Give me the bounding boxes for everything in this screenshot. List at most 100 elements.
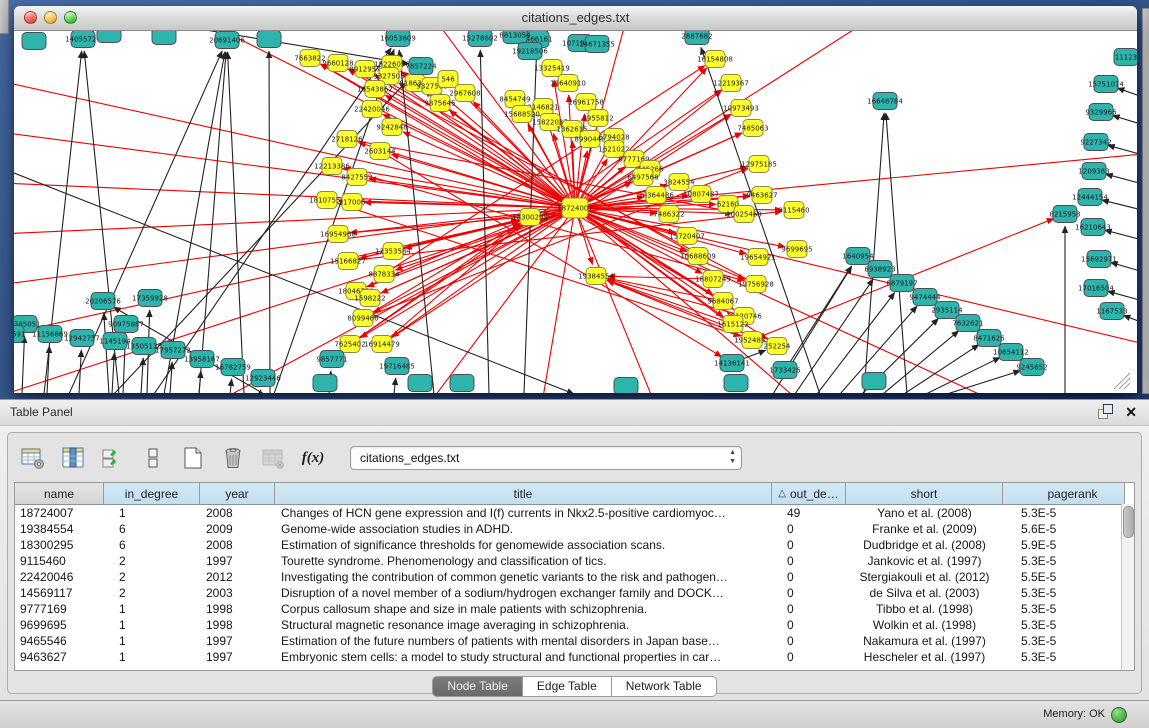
column-checks-icon[interactable] [100, 445, 126, 471]
table-cell[interactable]: 0 [772, 618, 846, 632]
table-cell[interactable]: 19384554 [15, 522, 104, 536]
table-cell[interactable]: Investigating the contribution of common… [275, 570, 772, 584]
table-cell[interactable]: Structural magnetic resonance image aver… [275, 618, 772, 632]
table-cell[interactable]: de Silva et al. (2003) [846, 586, 1003, 600]
table-cell[interactable]: 0 [772, 602, 846, 616]
column-header-year[interactable]: year [200, 483, 275, 504]
graph-node[interactable] [408, 375, 432, 392]
graph-node[interactable] [862, 373, 886, 390]
table-cell[interactable]: Franke et al. (2009) [846, 522, 1003, 536]
table-cell[interactable]: 1 [104, 634, 200, 648]
column-header-title[interactable]: title [275, 483, 772, 504]
table-cell[interactable]: 2 [104, 586, 200, 600]
table-cell[interactable]: 1997 [200, 554, 275, 568]
column-header-short[interactable]: short [846, 483, 1003, 504]
table-cell[interactable]: 18300295 [15, 538, 104, 552]
table-cell[interactable]: 0 [772, 586, 846, 600]
table-cell[interactable]: 5.6E-5 [1003, 522, 1125, 536]
table-cell[interactable]: 5.3E-5 [1003, 506, 1125, 520]
tab-node-table[interactable]: Node Table [432, 676, 523, 697]
table-cell[interactable]: 1 [104, 650, 200, 664]
graph-node[interactable] [22, 33, 46, 50]
table-cell[interactable]: Genome-wide association studies in ADHD. [275, 522, 772, 536]
table-row[interactable]: 977716911998Corpus callosum shape and si… [15, 601, 1134, 617]
trash-icon[interactable] [220, 445, 246, 471]
table-cell[interactable]: Wolkin et al. (1998) [846, 618, 1003, 632]
table-cell[interactable]: Hescheler et al. (1997) [846, 650, 1003, 664]
table-cell[interactable]: 18724007 [15, 506, 104, 520]
show-column-icon[interactable] [60, 445, 86, 471]
table-cell[interactable]: 0 [772, 538, 846, 552]
float-panel-icon[interactable] [1098, 404, 1113, 419]
table-row[interactable]: 1872400712008Changes of HCN gene express… [15, 505, 1134, 521]
table-cell[interactable]: Estimation of significance thresholds fo… [275, 538, 772, 552]
close-panel-icon[interactable]: ✕ [1125, 405, 1137, 419]
table-cell[interactable]: 5.3E-5 [1003, 586, 1125, 600]
table-cell[interactable]: Dudbridge et al. (2008) [846, 538, 1003, 552]
network-window-titlebar[interactable]: citations_edges.txt [14, 6, 1137, 31]
network-graph[interactable]: 1872400776638229660128891295715226058932… [14, 31, 1137, 393]
table-cell[interactable]: 5.3E-5 [1003, 602, 1125, 616]
table-cell[interactable]: 1998 [200, 602, 275, 616]
network-canvas[interactable]: 1872400776638229660128891295715226058932… [14, 31, 1137, 393]
graph-node[interactable] [97, 31, 121, 43]
table-row[interactable]: 1456911722003Disruption of a novel membe… [15, 585, 1134, 601]
table-cell[interactable]: Stergiakouli et al. (2012) [846, 570, 1003, 584]
table-cell[interactable]: 0 [772, 522, 846, 536]
function-builder-icon[interactable]: f(x) [300, 445, 326, 471]
table-row[interactable]: 2242004622012Investigating the contribut… [15, 569, 1134, 585]
table-cell[interactable]: 6 [104, 538, 200, 552]
table-cell[interactable]: 9465546 [15, 634, 104, 648]
graph-node[interactable] [614, 378, 638, 394]
graph-node[interactable] [257, 31, 281, 48]
tab-edge-table[interactable]: Edge Table [523, 676, 612, 697]
table-cell[interactable]: 2003 [200, 586, 275, 600]
table-row[interactable]: 1830029562008Estimation of significance … [15, 537, 1134, 553]
memory-status-led[interactable] [1111, 707, 1127, 723]
table-cell[interactable]: 9699695 [15, 618, 104, 632]
column-header-out-de-[interactable]: △out_de… [772, 483, 846, 504]
table-selector-combobox[interactable]: citations_edges.txt ▲▼ [350, 446, 742, 470]
table-cell[interactable]: 22420046 [15, 570, 104, 584]
rows-icon[interactable] [140, 445, 166, 471]
table-cell[interactable]: 5.5E-5 [1003, 570, 1125, 584]
table-cell[interactable]: 2012 [200, 570, 275, 584]
table-cell[interactable]: 1 [104, 618, 200, 632]
graph-node[interactable] [152, 31, 176, 45]
table-scrollbar[interactable] [1121, 504, 1134, 670]
graph-node[interactable] [313, 375, 337, 392]
table-cell[interactable]: Jankovic et al. (1997) [846, 554, 1003, 568]
table-cell[interactable]: Embryonic stem cells: a model to study s… [275, 650, 772, 664]
table-cell[interactable]: 1 [104, 506, 200, 520]
table-row[interactable]: 946554611997Estimation of the future num… [15, 633, 1134, 649]
table-cell[interactable]: 9115460 [15, 554, 104, 568]
table-cell[interactable]: 2008 [200, 538, 275, 552]
table-cell[interactable]: 2 [104, 570, 200, 584]
table-cell[interactable]: 9463627 [15, 650, 104, 664]
table-cell[interactable]: 5.9E-5 [1003, 538, 1125, 552]
tab-network-table[interactable]: Network Table [612, 676, 717, 697]
table-cell[interactable]: 49 [772, 506, 846, 520]
table-cell[interactable]: 5.3E-5 [1003, 634, 1125, 648]
table-cell[interactable]: 2008 [200, 506, 275, 520]
table-cell[interactable]: 0 [772, 634, 846, 648]
table-cell[interactable]: Yano et al. (2008) [846, 506, 1003, 520]
table-cell[interactable]: Nakamura et al. (1997) [846, 634, 1003, 648]
table-settings-icon[interactable] [20, 445, 46, 471]
table-cell[interactable]: 2009 [200, 522, 275, 536]
table-cell[interactable]: 0 [772, 650, 846, 664]
table-cell[interactable]: 14569117 [15, 586, 104, 600]
graph-node[interactable] [724, 375, 748, 392]
table-cell[interactable]: Disruption of a novel member of a sodium… [275, 586, 772, 600]
table-cell[interactable]: Tourette syndrome. Phenomenology and cla… [275, 554, 772, 568]
table-cell[interactable]: 1997 [200, 650, 275, 664]
table-row[interactable]: 911546021997Tourette syndrome. Phenomeno… [15, 553, 1134, 569]
table-cell[interactable]: Tibbo et al. (1998) [846, 602, 1003, 616]
table-cell[interactable]: 5.3E-5 [1003, 618, 1125, 632]
table-cell[interactable]: 0 [772, 570, 846, 584]
table-cell[interactable]: 1998 [200, 618, 275, 632]
table-panel-titlebar[interactable]: Table Panel ✕ [0, 400, 1149, 426]
table-cell[interactable]: 2 [104, 554, 200, 568]
table-row[interactable]: 1938455462009Genome-wide association stu… [15, 521, 1134, 537]
graph-node[interactable] [450, 375, 474, 392]
